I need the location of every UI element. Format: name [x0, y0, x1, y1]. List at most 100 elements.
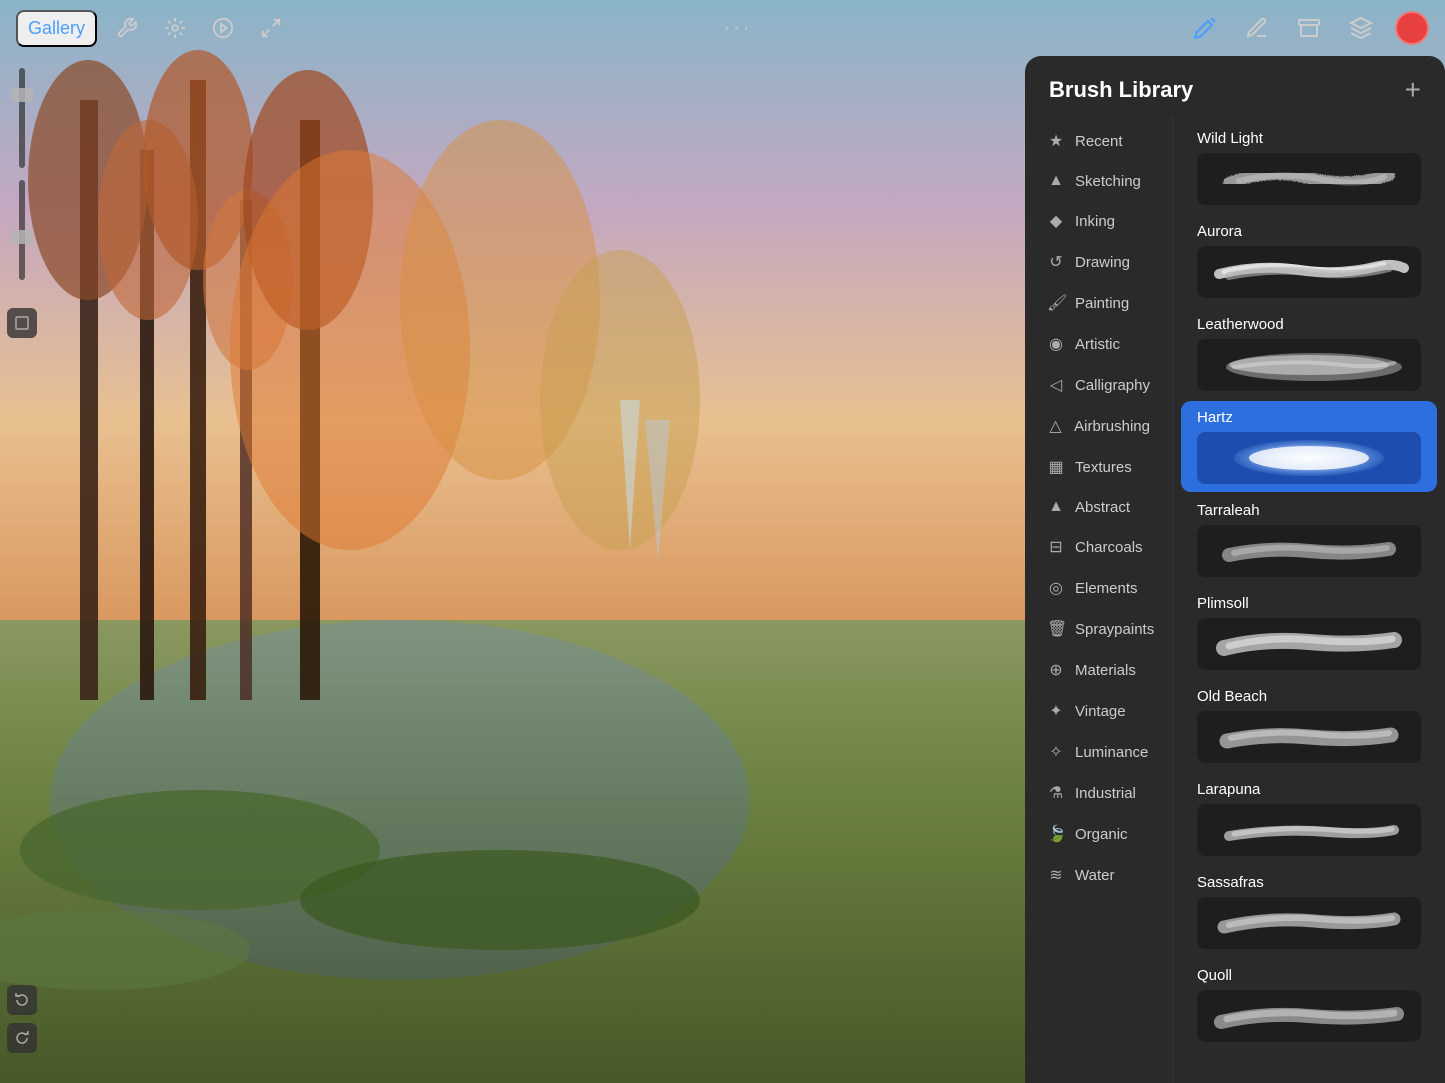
smudge-tool-button[interactable] [1239, 10, 1275, 46]
category-icon-charcoals: ⊟ [1047, 537, 1065, 557]
toolbar-center: ··· [289, 17, 1187, 40]
brush-item-hartz[interactable]: Hartz [1181, 401, 1437, 492]
brush-item-tarraleah[interactable]: Tarraleah [1181, 494, 1437, 585]
category-item-calligraphy[interactable]: ◁ Calligraphy [1031, 365, 1166, 405]
category-item-luminance[interactable]: ✧ Luminance [1031, 732, 1166, 772]
category-item-charcoals[interactable]: ⊟ Charcoals [1031, 527, 1166, 567]
category-icon-water: ≋ [1047, 865, 1065, 885]
brush-item-sassafras[interactable]: Sassafras [1181, 866, 1437, 957]
category-label-abstract: Abstract [1075, 499, 1130, 516]
brush-item-plimsoll[interactable]: Plimsoll [1181, 587, 1437, 678]
brush-name-hartz: Hartz [1197, 409, 1421, 426]
brush-preview-larapuna [1197, 804, 1421, 856]
panel-title: Brush Library [1049, 77, 1193, 103]
brush-name-sassafras: Sassafras [1197, 874, 1421, 891]
category-icon-industrial: ⚗ [1047, 783, 1065, 803]
brush-preview-leatherwood [1197, 339, 1421, 391]
layers-button[interactable] [1343, 10, 1379, 46]
category-label-drawing: Drawing [1075, 254, 1130, 271]
category-icon-painting: 🖌 [1047, 293, 1065, 313]
brush-preview-aurora [1197, 246, 1421, 298]
stylize-button[interactable] [205, 10, 241, 46]
category-item-elements[interactable]: ◎ Elements [1031, 568, 1166, 608]
brush-name-aurora: Aurora [1197, 223, 1421, 240]
category-icon-luminance: ✧ [1047, 742, 1065, 762]
category-icon-inking: ◆ [1047, 211, 1065, 231]
category-icon-artistic: ◉ [1047, 334, 1065, 354]
brush-item-old-beach[interactable]: Old Beach [1181, 680, 1437, 771]
category-label-artistic: Artistic [1075, 336, 1120, 353]
size-thumb[interactable] [11, 230, 33, 244]
toolbar-left: Gallery [16, 10, 289, 47]
category-item-inking[interactable]: ◆ Inking [1031, 201, 1166, 241]
category-item-sketching[interactable]: ▲ Sketching [1031, 162, 1166, 200]
category-label-industrial: Industrial [1075, 785, 1136, 802]
brush-item-quoll[interactable]: Quoll [1181, 959, 1437, 1050]
category-item-artistic[interactable]: ◉ Artistic [1031, 324, 1166, 364]
brush-preview-hartz [1197, 432, 1421, 484]
brush-preview-wild-light [1197, 153, 1421, 205]
category-label-airbrushing: Airbrushing [1074, 418, 1150, 435]
color-picker-button[interactable] [1395, 11, 1429, 45]
category-item-textures[interactable]: ▦ Textures [1031, 447, 1166, 487]
top-toolbar: Gallery ··· [0, 0, 1445, 56]
category-label-organic: Organic [1075, 826, 1128, 843]
brush-item-larapuna[interactable]: Larapuna [1181, 773, 1437, 864]
category-item-airbrushing[interactable]: △ Airbrushing [1031, 406, 1166, 446]
transform-button[interactable] [253, 10, 289, 46]
undo-button[interactable] [7, 985, 37, 1015]
category-label-recent: Recent [1075, 133, 1123, 150]
category-label-luminance: Luminance [1075, 744, 1148, 761]
more-options-button[interactable]: ··· [724, 17, 753, 40]
category-label-calligraphy: Calligraphy [1075, 377, 1150, 394]
redo-button[interactable] [7, 1023, 37, 1053]
brush-preview-tarraleah [1197, 525, 1421, 577]
category-item-materials[interactable]: ⊕ Materials [1031, 650, 1166, 690]
brush-name-larapuna: Larapuna [1197, 781, 1421, 798]
pencil-tool-button[interactable] [1187, 10, 1223, 46]
category-icon-recent: ★ [1047, 131, 1065, 151]
category-icon-elements: ◎ [1047, 578, 1065, 598]
category-icon-vintage: ✦ [1047, 701, 1065, 721]
category-item-organic[interactable]: 🍃 Organic [1031, 814, 1166, 854]
category-label-vintage: Vintage [1075, 703, 1126, 720]
square-tool-button[interactable] [7, 308, 37, 338]
wrench-button[interactable] [109, 10, 145, 46]
brush-list: Wild Light Aurora Leatherwood Hartz Tarr… [1173, 116, 1445, 1083]
category-item-industrial[interactable]: ⚗ Industrial [1031, 773, 1166, 813]
category-icon-drawing: ↺ [1047, 252, 1065, 272]
category-label-water: Water [1075, 867, 1114, 884]
category-item-vintage[interactable]: ✦ Vintage [1031, 691, 1166, 731]
undo-redo-group [7, 983, 37, 1075]
brush-item-wild-light[interactable]: Wild Light [1181, 122, 1437, 213]
category-icon-calligraphy: ◁ [1047, 375, 1065, 395]
brush-item-leatherwood[interactable]: Leatherwood [1181, 308, 1437, 399]
opacity-thumb[interactable] [11, 88, 33, 102]
panel-header: Brush Library + [1025, 56, 1445, 116]
brush-name-plimsoll: Plimsoll [1197, 595, 1421, 612]
opacity-slider[interactable] [19, 68, 25, 168]
category-item-drawing[interactable]: ↺ Drawing [1031, 242, 1166, 282]
category-item-abstract[interactable]: ▲ Abstract [1031, 488, 1166, 526]
brush-item-aurora[interactable]: Aurora [1181, 215, 1437, 306]
category-item-water[interactable]: ≋ Water [1031, 855, 1166, 895]
category-icon-materials: ⊕ [1047, 660, 1065, 680]
brush-name-tarraleah: Tarraleah [1197, 502, 1421, 519]
category-icon-spraypaints: 🗑 [1047, 619, 1065, 639]
gallery-button[interactable]: Gallery [16, 10, 97, 47]
category-icon-airbrushing: △ [1047, 416, 1064, 436]
category-label-inking: Inking [1075, 213, 1115, 230]
category-icon-abstract: ▲ [1047, 498, 1065, 516]
toolbar-right [1187, 10, 1429, 46]
left-sidebar [0, 56, 44, 1083]
category-item-painting[interactable]: 🖌 Painting [1031, 283, 1166, 323]
add-brush-button[interactable]: + [1405, 76, 1421, 104]
category-label-spraypaints: Spraypaints [1075, 621, 1154, 638]
eraser-tool-button[interactable] [1291, 10, 1327, 46]
adjust-button[interactable] [157, 10, 193, 46]
size-slider[interactable] [19, 180, 25, 280]
category-label-charcoals: Charcoals [1075, 539, 1143, 556]
brush-name-leatherwood: Leatherwood [1197, 316, 1421, 333]
category-item-spraypaints[interactable]: 🗑 Spraypaints [1031, 609, 1166, 649]
category-item-recent[interactable]: ★ Recent [1031, 121, 1166, 161]
